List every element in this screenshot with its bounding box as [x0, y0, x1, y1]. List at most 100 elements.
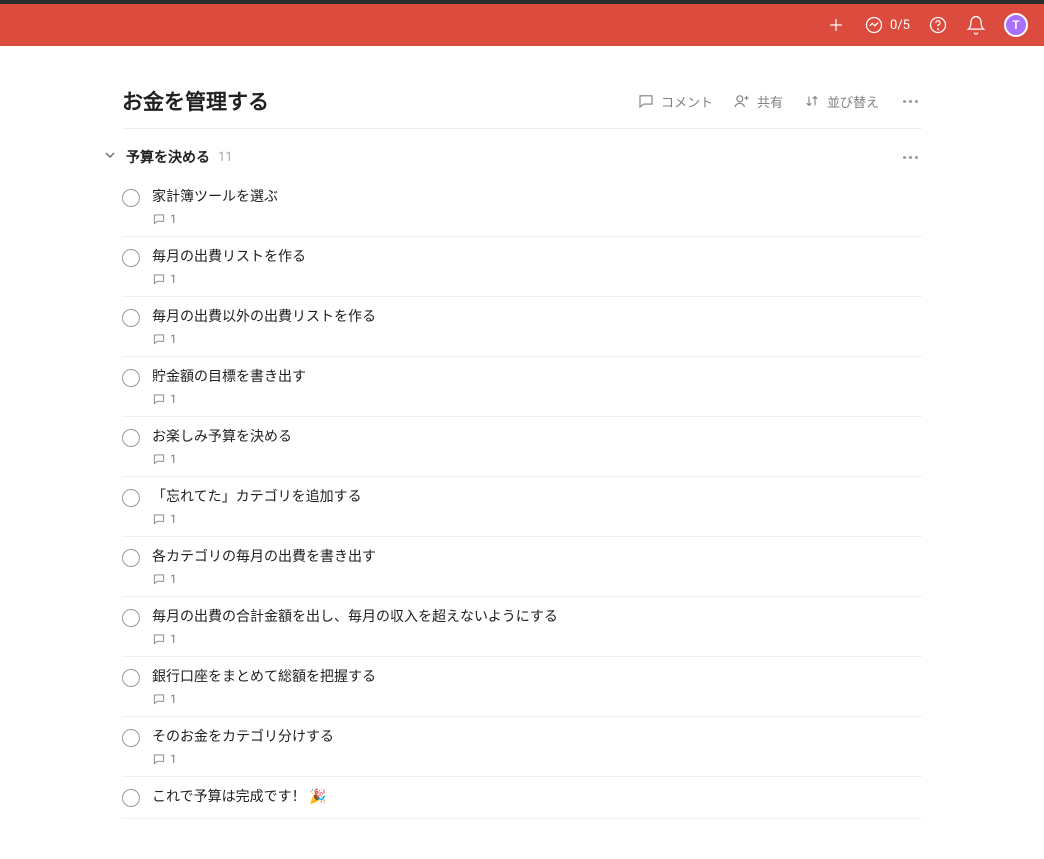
task-content: 銀行口座をまとめて総額を把握する1 [152, 667, 922, 706]
task-list: 家計簿ツールを選ぶ1毎月の出費リストを作る1毎月の出費以外の出費リストを作る1貯… [122, 177, 922, 819]
main-content: お金を管理する コメント 共有 並び替え 予算を決める [112, 46, 932, 859]
dot-icon [915, 156, 918, 159]
task-title: 家計簿ツールを選ぶ [152, 187, 922, 208]
task-title: これで予算は完成です！ 🎉 [152, 787, 922, 808]
help-icon [928, 15, 948, 35]
task-checkbox[interactable] [122, 789, 140, 807]
task-item[interactable]: 毎月の出費の合計金額を出し、毎月の収入を超えないようにする 1 [122, 597, 922, 657]
add-task-button[interactable] [826, 15, 846, 35]
project-header: お金を管理する コメント 共有 並び替え [122, 86, 922, 129]
task-title: 毎月の出費以外の出費リストを作る [152, 307, 922, 328]
page-title: お金を管理する [122, 86, 269, 116]
task-comment-count: 1 [170, 632, 177, 646]
section-title: 予算を決める [126, 147, 210, 167]
comment-icon [152, 692, 166, 706]
dot-icon [915, 100, 918, 103]
task-comment-count: 1 [170, 512, 177, 526]
task-comment-indicator[interactable]: 1 [152, 512, 922, 526]
task-content: 毎月の出費リストを作る1 [152, 247, 922, 286]
task-comment-indicator[interactable]: 1 [152, 212, 922, 226]
share-label: 共有 [757, 92, 783, 111]
task-item[interactable]: 家計簿ツールを選ぶ 1 [122, 177, 922, 237]
share-button[interactable]: 共有 [733, 92, 783, 111]
task-comment-count: 1 [170, 692, 177, 706]
task-title: 貯金額の目標を書き出す [152, 367, 922, 388]
task-title: 各カテゴリの毎月の出費を書き出す [152, 547, 922, 568]
task-comment-count: 1 [170, 332, 177, 346]
task-content: お楽しみ予算を決める 1 [152, 427, 922, 466]
task-item[interactable]: 毎月の出費リストを作る1 [122, 237, 922, 297]
task-item[interactable]: 「忘れてた」カテゴリを追加する 1 [122, 477, 922, 537]
progress-text: 0/5 [890, 18, 910, 33]
task-item[interactable]: お楽しみ予算を決める 1 [122, 417, 922, 477]
task-comment-indicator[interactable]: 1 [152, 572, 922, 586]
more-options-button[interactable] [899, 96, 922, 107]
task-content: 毎月の出費の合計金額を出し、毎月の収入を超えないようにする 1 [152, 607, 922, 646]
chevron-down-icon [102, 147, 118, 163]
task-comment-indicator[interactable]: 1 [152, 332, 922, 346]
task-comment-indicator[interactable]: 1 [152, 452, 922, 466]
comments-button[interactable]: コメント [637, 92, 713, 111]
task-item[interactable]: 銀行口座をまとめて総額を把握する1 [122, 657, 922, 717]
bell-icon [966, 15, 986, 35]
section-more-button[interactable] [899, 152, 922, 163]
task-content: 毎月の出費以外の出費リストを作る 1 [152, 307, 922, 346]
task-checkbox[interactable] [122, 189, 140, 207]
comment-icon [152, 452, 166, 466]
task-content: これで予算は完成です！ 🎉 [152, 787, 922, 808]
task-content: 「忘れてた」カテゴリを追加する 1 [152, 487, 922, 526]
task-comment-indicator[interactable]: 1 [152, 632, 922, 646]
sort-label: 並び替え [827, 92, 879, 111]
avatar[interactable]: T [1004, 13, 1028, 37]
productivity-button[interactable]: 0/5 [864, 15, 910, 35]
notifications-button[interactable] [966, 15, 986, 35]
section-header: 予算を決める 11 [122, 147, 922, 167]
sort-button[interactable]: 並び替え [803, 92, 879, 111]
task-checkbox[interactable] [122, 309, 140, 327]
task-item[interactable]: 各カテゴリの毎月の出費を書き出す 1 [122, 537, 922, 597]
dot-icon [903, 100, 906, 103]
comment-icon [152, 272, 166, 286]
task-comment-count: 1 [170, 752, 177, 766]
comments-label: コメント [661, 92, 713, 111]
dot-icon [903, 156, 906, 159]
task-title: 毎月の出費の合計金額を出し、毎月の収入を超えないようにする [152, 607, 922, 628]
task-title: そのお金をカテゴリ分けする [152, 727, 922, 748]
task-content: 各カテゴリの毎月の出費を書き出す 1 [152, 547, 922, 586]
task-item[interactable]: これで予算は完成です！ 🎉 [122, 777, 922, 819]
task-item[interactable]: 毎月の出費以外の出費リストを作る 1 [122, 297, 922, 357]
task-item[interactable]: そのお金をカテゴリ分けする 1 [122, 717, 922, 777]
share-icon [733, 92, 751, 110]
task-comment-count: 1 [170, 272, 177, 286]
dot-icon [909, 156, 912, 159]
avatar-letter: T [1012, 18, 1019, 32]
task-comment-indicator[interactable]: 1 [152, 752, 922, 766]
section-collapse-button[interactable] [102, 147, 118, 167]
task-checkbox[interactable] [122, 489, 140, 507]
task-item[interactable]: 貯金額の目標を書き出す 1 [122, 357, 922, 417]
task-content: 家計簿ツールを選ぶ 1 [152, 187, 922, 226]
task-checkbox[interactable] [122, 429, 140, 447]
task-title: 「忘れてた」カテゴリを追加する [152, 487, 922, 508]
task-checkbox[interactable] [122, 369, 140, 387]
task-checkbox[interactable] [122, 729, 140, 747]
task-checkbox[interactable] [122, 609, 140, 627]
plus-icon [826, 15, 846, 35]
task-title: お楽しみ予算を決める [152, 427, 922, 448]
task-comment-count: 1 [170, 212, 177, 226]
task-comment-count: 1 [170, 392, 177, 406]
comment-icon [637, 92, 655, 110]
task-comment-count: 1 [170, 452, 177, 466]
help-button[interactable] [928, 15, 948, 35]
task-checkbox[interactable] [122, 669, 140, 687]
comment-icon [152, 572, 166, 586]
comment-icon [152, 632, 166, 646]
task-comment-indicator[interactable]: 1 [152, 272, 922, 286]
task-checkbox[interactable] [122, 249, 140, 267]
task-checkbox[interactable] [122, 549, 140, 567]
header-actions: コメント 共有 並び替え [637, 92, 922, 111]
task-comment-indicator[interactable]: 1 [152, 692, 922, 706]
comment-icon [152, 752, 166, 766]
sort-icon [803, 92, 821, 110]
task-comment-indicator[interactable]: 1 [152, 392, 922, 406]
